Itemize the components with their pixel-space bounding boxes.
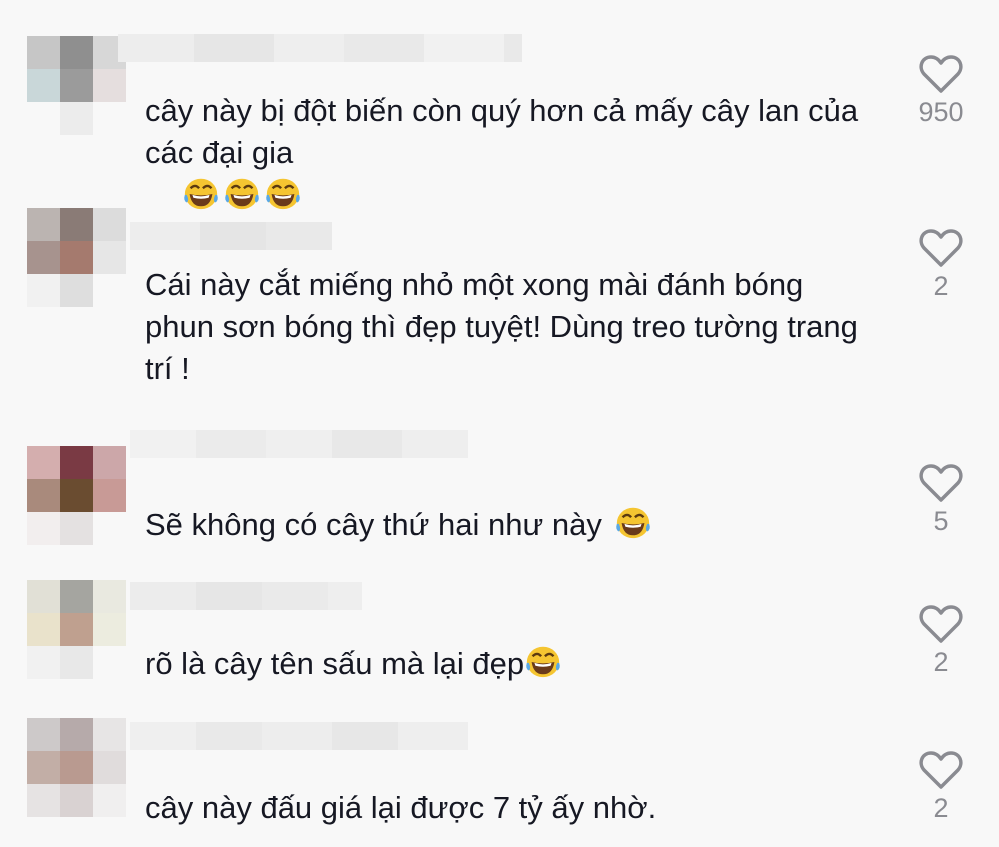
avatar-pixel	[60, 613, 93, 646]
like-count: 950	[918, 97, 964, 127]
avatar-pixel	[93, 512, 126, 545]
heart-icon	[919, 751, 963, 789]
avatar-pixel	[93, 479, 126, 512]
avatar-pixel	[93, 646, 126, 679]
avatar-pixel	[93, 102, 126, 135]
heart-icon	[919, 55, 963, 93]
avatar-pixel	[60, 274, 93, 307]
avatar-pixel	[27, 479, 60, 512]
comment-text-content: cây này đấu giá lại được 7 tỷ ấy nhờ.	[145, 790, 657, 825]
like-count: 2	[933, 793, 949, 823]
like-button[interactable]: 2	[905, 750, 977, 824]
heart-icon	[919, 464, 963, 502]
avatar-pixel	[60, 580, 93, 613]
avatar-pixel	[60, 784, 93, 817]
avatar-pixel	[27, 102, 60, 135]
heart-icon	[919, 229, 963, 267]
like-count: 5	[933, 506, 949, 536]
avatar-pixel	[60, 751, 93, 784]
face-with-tears-of-joy-icon	[266, 178, 301, 210]
comment-text: cây này đấu giá lại được 7 tỷ ấy nhờ.	[145, 787, 875, 829]
avatar-pixel	[60, 36, 93, 69]
avatar-pixel	[27, 784, 60, 817]
username-blurred[interactable]	[130, 722, 468, 750]
avatar-pixel	[93, 208, 126, 241]
username-blurred[interactable]	[130, 222, 332, 250]
username-blurred[interactable]	[130, 582, 362, 610]
avatar-pixel	[93, 446, 126, 479]
like-count: 2	[933, 271, 949, 301]
comment-text-content: Sẽ không có cây thứ hai như này	[145, 507, 602, 542]
username-blurred[interactable]	[130, 430, 468, 458]
like-button[interactable]: 950	[905, 54, 977, 128]
avatar-pixel	[93, 784, 126, 817]
face-with-tears-of-joy-icon	[184, 178, 219, 210]
avatar[interactable]	[27, 580, 126, 679]
avatar[interactable]	[27, 718, 126, 817]
like-button[interactable]: 5	[905, 463, 977, 537]
avatar-pixel	[27, 646, 60, 679]
avatar-pixel	[27, 512, 60, 545]
avatar-pixel	[60, 479, 93, 512]
avatar-pixel	[93, 274, 126, 307]
comment-text: rõ là cây tên sấu mà lại đẹp	[145, 642, 875, 685]
avatar[interactable]	[27, 36, 126, 135]
avatar-pixel	[60, 646, 93, 679]
face-with-tears-of-joy-icon	[225, 178, 260, 210]
heart-icon	[919, 605, 963, 643]
avatar-pixel	[93, 69, 126, 102]
like-button[interactable]: 2	[905, 228, 977, 302]
avatar-pixel	[27, 751, 60, 784]
avatar-pixel	[27, 446, 60, 479]
avatar[interactable]	[27, 208, 126, 307]
face-with-tears-of-joy-icon	[526, 646, 560, 678]
avatar-pixel	[27, 274, 60, 307]
avatar-pixel	[27, 69, 60, 102]
avatar-pixel	[93, 241, 126, 274]
avatar-pixel	[27, 241, 60, 274]
avatar-pixel	[60, 718, 93, 751]
avatar-pixel	[27, 36, 60, 69]
face-with-tears-of-joy-icon	[616, 507, 650, 539]
avatar-pixel	[93, 718, 126, 751]
like-count: 2	[933, 647, 949, 677]
avatar-pixel	[60, 69, 93, 102]
avatar[interactable]	[27, 446, 126, 545]
username-blurred[interactable]	[118, 34, 522, 62]
avatar-pixel	[60, 241, 93, 274]
avatar-pixel	[27, 208, 60, 241]
avatar-pixel	[93, 613, 126, 646]
avatar-pixel	[27, 718, 60, 751]
avatar-pixel	[27, 580, 60, 613]
like-button[interactable]: 2	[905, 604, 977, 678]
avatar-pixel	[93, 580, 126, 613]
avatar-pixel	[60, 102, 93, 135]
avatar-pixel	[27, 613, 60, 646]
comment-text-content: cây này bị đột biến còn quý hơn cả mấy c…	[145, 93, 867, 170]
avatar-pixel	[60, 208, 93, 241]
comment-text: Cái này cắt miếng nhỏ một xong mài đánh …	[145, 264, 875, 390]
avatar-pixel	[93, 751, 126, 784]
comment-text-content: Cái này cắt miếng nhỏ một xong mài đánh …	[145, 267, 867, 386]
comment-text: Sẽ không có cây thứ hai như này	[145, 503, 875, 546]
comment-text-content: rõ là cây tên sấu mà lại đẹp	[145, 646, 525, 681]
avatar-pixel	[60, 512, 93, 545]
avatar-pixel	[60, 446, 93, 479]
